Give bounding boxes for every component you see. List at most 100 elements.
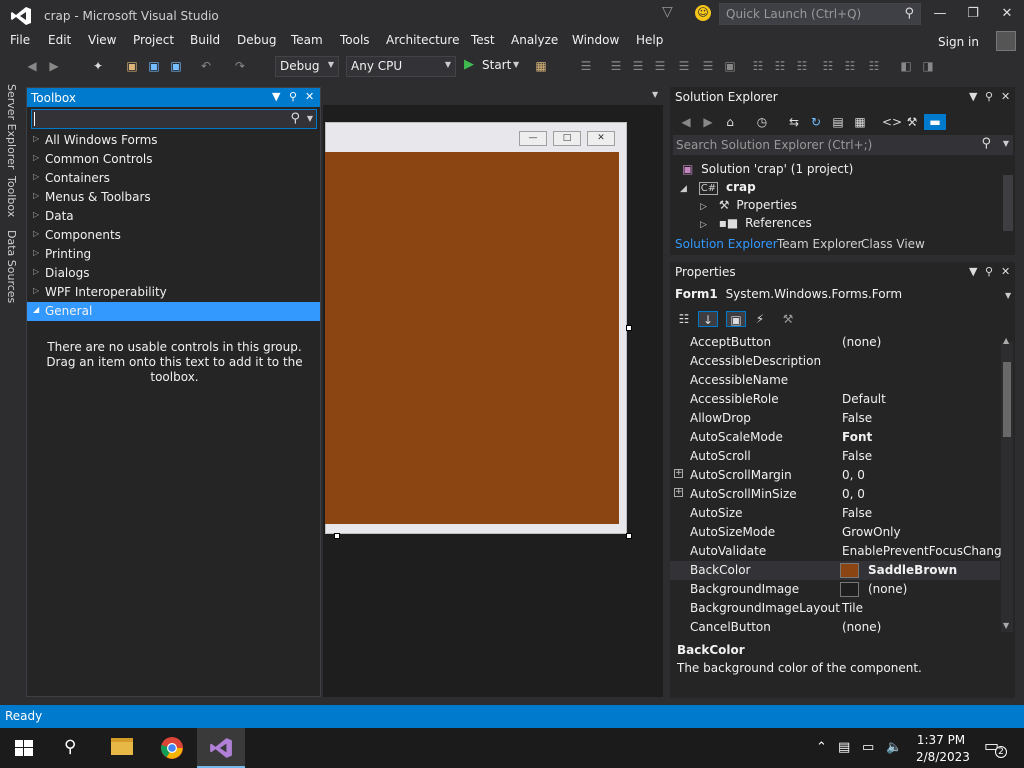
save-all-icon[interactable]: ▣ (168, 58, 184, 74)
property-row-selected[interactable]: BackColor SaddleBrown (670, 561, 1000, 580)
close-icon[interactable]: ✕ (1001, 90, 1010, 103)
horizontal-spacing-icon[interactable]: ☷ (750, 58, 766, 74)
chevron-down-icon[interactable]: ▼ (652, 90, 658, 99)
auto-hide-pin-icon[interactable]: ⚲ (289, 90, 297, 103)
align-lefts-icon[interactable]: ☰ (578, 58, 594, 74)
toolbox-search-input[interactable]: ⚲ ▼ (31, 109, 317, 129)
file-explorer-button[interactable] (98, 728, 146, 768)
chevron-down-icon[interactable]: ▼ (1005, 291, 1011, 300)
window-position-icon[interactable]: ▼ (969, 90, 977, 103)
property-row[interactable]: AcceptButton (none) (670, 333, 1000, 352)
close-icon[interactable]: ✕ (1001, 265, 1010, 278)
property-row[interactable]: AccessibleDescription (670, 352, 1000, 371)
menu-architecture[interactable]: Architecture (386, 33, 459, 47)
menu-team[interactable]: Team (291, 33, 323, 47)
show-hidden-icons-chevron-icon[interactable]: ⌃ (816, 740, 827, 755)
solution-configuration-dropdown[interactable]: Debug ▼ (275, 56, 339, 77)
volume-icon[interactable]: 🔈 (886, 740, 902, 755)
resize-handle-bottom-right[interactable] (626, 533, 632, 539)
toolbox-group[interactable]: ▷ Components (27, 226, 320, 245)
property-row[interactable]: AccessibleRole Default (670, 390, 1000, 409)
expand-plus-icon[interactable]: + (674, 469, 683, 478)
property-row[interactable]: + AutoScrollMargin 0, 0 (670, 466, 1000, 485)
notification-filter-icon[interactable]: ▽ (662, 4, 673, 20)
chevron-down-icon[interactable]: ▼ (1003, 139, 1009, 148)
property-pages-wrench-icon[interactable]: ⚒ (780, 311, 796, 327)
menu-test[interactable]: Test (471, 33, 495, 47)
properties-view-icon[interactable]: ▣ (726, 311, 746, 327)
increase-h-spacing-icon[interactable]: ☷ (772, 58, 788, 74)
make-same-size-icon[interactable]: ▣ (722, 58, 738, 74)
properties-wrench-icon[interactable]: ⚒ (904, 114, 920, 130)
window-position-icon[interactable]: ▼ (272, 90, 280, 103)
minimize-button[interactable]: — (929, 6, 951, 24)
menu-tools[interactable]: Tools (340, 33, 370, 47)
action-center-button[interactable]: ▭ 2 (984, 736, 1007, 758)
properties-node[interactable]: ▷ ⚒ Properties (700, 198, 797, 212)
tab-solution-explorer[interactable]: Solution Explorer (675, 237, 778, 251)
display-icon[interactable]: ▭ (862, 740, 874, 755)
menu-help[interactable]: Help (636, 33, 663, 47)
menu-window[interactable]: Window (572, 33, 619, 47)
property-row[interactable]: CancelButton (none) (670, 618, 1000, 637)
property-row[interactable]: AllowDrop False (670, 409, 1000, 428)
start-debugging-button[interactable]: ▶ Start ▼ (464, 57, 524, 75)
pending-changes-icon[interactable]: ◷ (754, 114, 770, 130)
align-tops-icon[interactable]: ☰ (652, 58, 668, 74)
project-node[interactable]: ◢ C# crap (680, 180, 756, 195)
send-to-back-icon[interactable]: ◨ (920, 58, 936, 74)
toolbox-group[interactable]: ▷ WPF Interoperability (27, 283, 320, 302)
toolbox-group[interactable]: ▷ Printing (27, 245, 320, 264)
resize-handle-right[interactable] (626, 325, 632, 331)
toolbox-empty-message[interactable]: There are no usable controls in this gro… (37, 340, 312, 385)
search-icon[interactable]: ⚲ (981, 136, 991, 151)
solution-platform-dropdown[interactable]: Any CPU ▼ (346, 56, 456, 77)
account-avatar-icon[interactable] (996, 31, 1016, 51)
solution-scrollbar[interactable] (1003, 175, 1013, 231)
clock-date[interactable]: 2/8/2023 (916, 750, 970, 764)
align-middles-icon[interactable]: ☰ (676, 58, 692, 74)
visual-studio-taskbar-button[interactable] (197, 728, 245, 768)
menu-edit[interactable]: Edit (48, 33, 71, 47)
search-icon[interactable]: ⚲ (290, 111, 300, 126)
tab-team-explorer[interactable]: Team Explorer (777, 237, 863, 251)
decrease-h-spacing-icon[interactable]: ☷ (794, 58, 810, 74)
menu-project[interactable]: Project (133, 33, 174, 47)
resize-handle-bottom-left[interactable] (334, 533, 340, 539)
toolbox-group-general[interactable]: ◢ General (27, 302, 320, 321)
chrome-button[interactable] (148, 728, 196, 768)
events-lightning-icon[interactable]: ⚡ (752, 311, 768, 327)
solution-node[interactable]: ▣ Solution 'crap' (1 project) (682, 162, 853, 176)
collapse-all-icon[interactable]: ▤ (830, 114, 846, 130)
toolbox-group[interactable]: ▷ Menus & Toolbars (27, 188, 320, 207)
toolbox-group[interactable]: ▷ Containers (27, 169, 320, 188)
form1-client-area[interactable] (325, 152, 619, 524)
property-row[interactable]: AutoSizeMode GrowOnly (670, 523, 1000, 542)
decrease-v-spacing-icon[interactable]: ☷ (866, 58, 882, 74)
restore-button[interactable]: ❐ (962, 6, 984, 24)
save-icon[interactable]: ▣ (146, 58, 162, 74)
vertical-spacing-icon[interactable]: ☷ (820, 58, 836, 74)
object-selector[interactable]: Form1 System.Windows.Forms.Form (675, 287, 902, 301)
menu-analyze[interactable]: Analyze (511, 33, 558, 47)
navigate-back-icon[interactable]: ◀ (24, 58, 40, 74)
scroll-down-icon[interactable]: ▼ (1003, 621, 1009, 630)
pin-icon[interactable]: ⚲ (985, 265, 993, 278)
toolbox-group[interactable]: ▷ All Windows Forms (27, 131, 320, 150)
tab-data-sources[interactable]: Data Sources (5, 230, 18, 303)
menu-view[interactable]: View (88, 33, 116, 47)
refresh-icon[interactable]: ↻ (808, 114, 824, 130)
close-button[interactable]: ✕ (996, 6, 1018, 24)
view-code-icon[interactable]: <> (882, 114, 902, 130)
menu-debug[interactable]: Debug (237, 33, 276, 47)
scroll-up-icon[interactable]: ▲ (1003, 336, 1009, 345)
property-row[interactable]: AutoScaleMode Font (670, 428, 1000, 447)
network-icon[interactable]: ▤ (838, 740, 850, 755)
navigate-forward-icon[interactable]: ▶ (46, 58, 62, 74)
property-row[interactable]: AutoScroll False (670, 447, 1000, 466)
property-row[interactable]: + AutoScrollMinSize 0, 0 (670, 485, 1000, 504)
increase-v-spacing-icon[interactable]: ☷ (842, 58, 858, 74)
property-row[interactable]: AccessibleName (670, 371, 1000, 390)
references-node[interactable]: ▷ ▪■ References (700, 216, 812, 230)
toolbox-group[interactable]: ▷ Dialogs (27, 264, 320, 283)
